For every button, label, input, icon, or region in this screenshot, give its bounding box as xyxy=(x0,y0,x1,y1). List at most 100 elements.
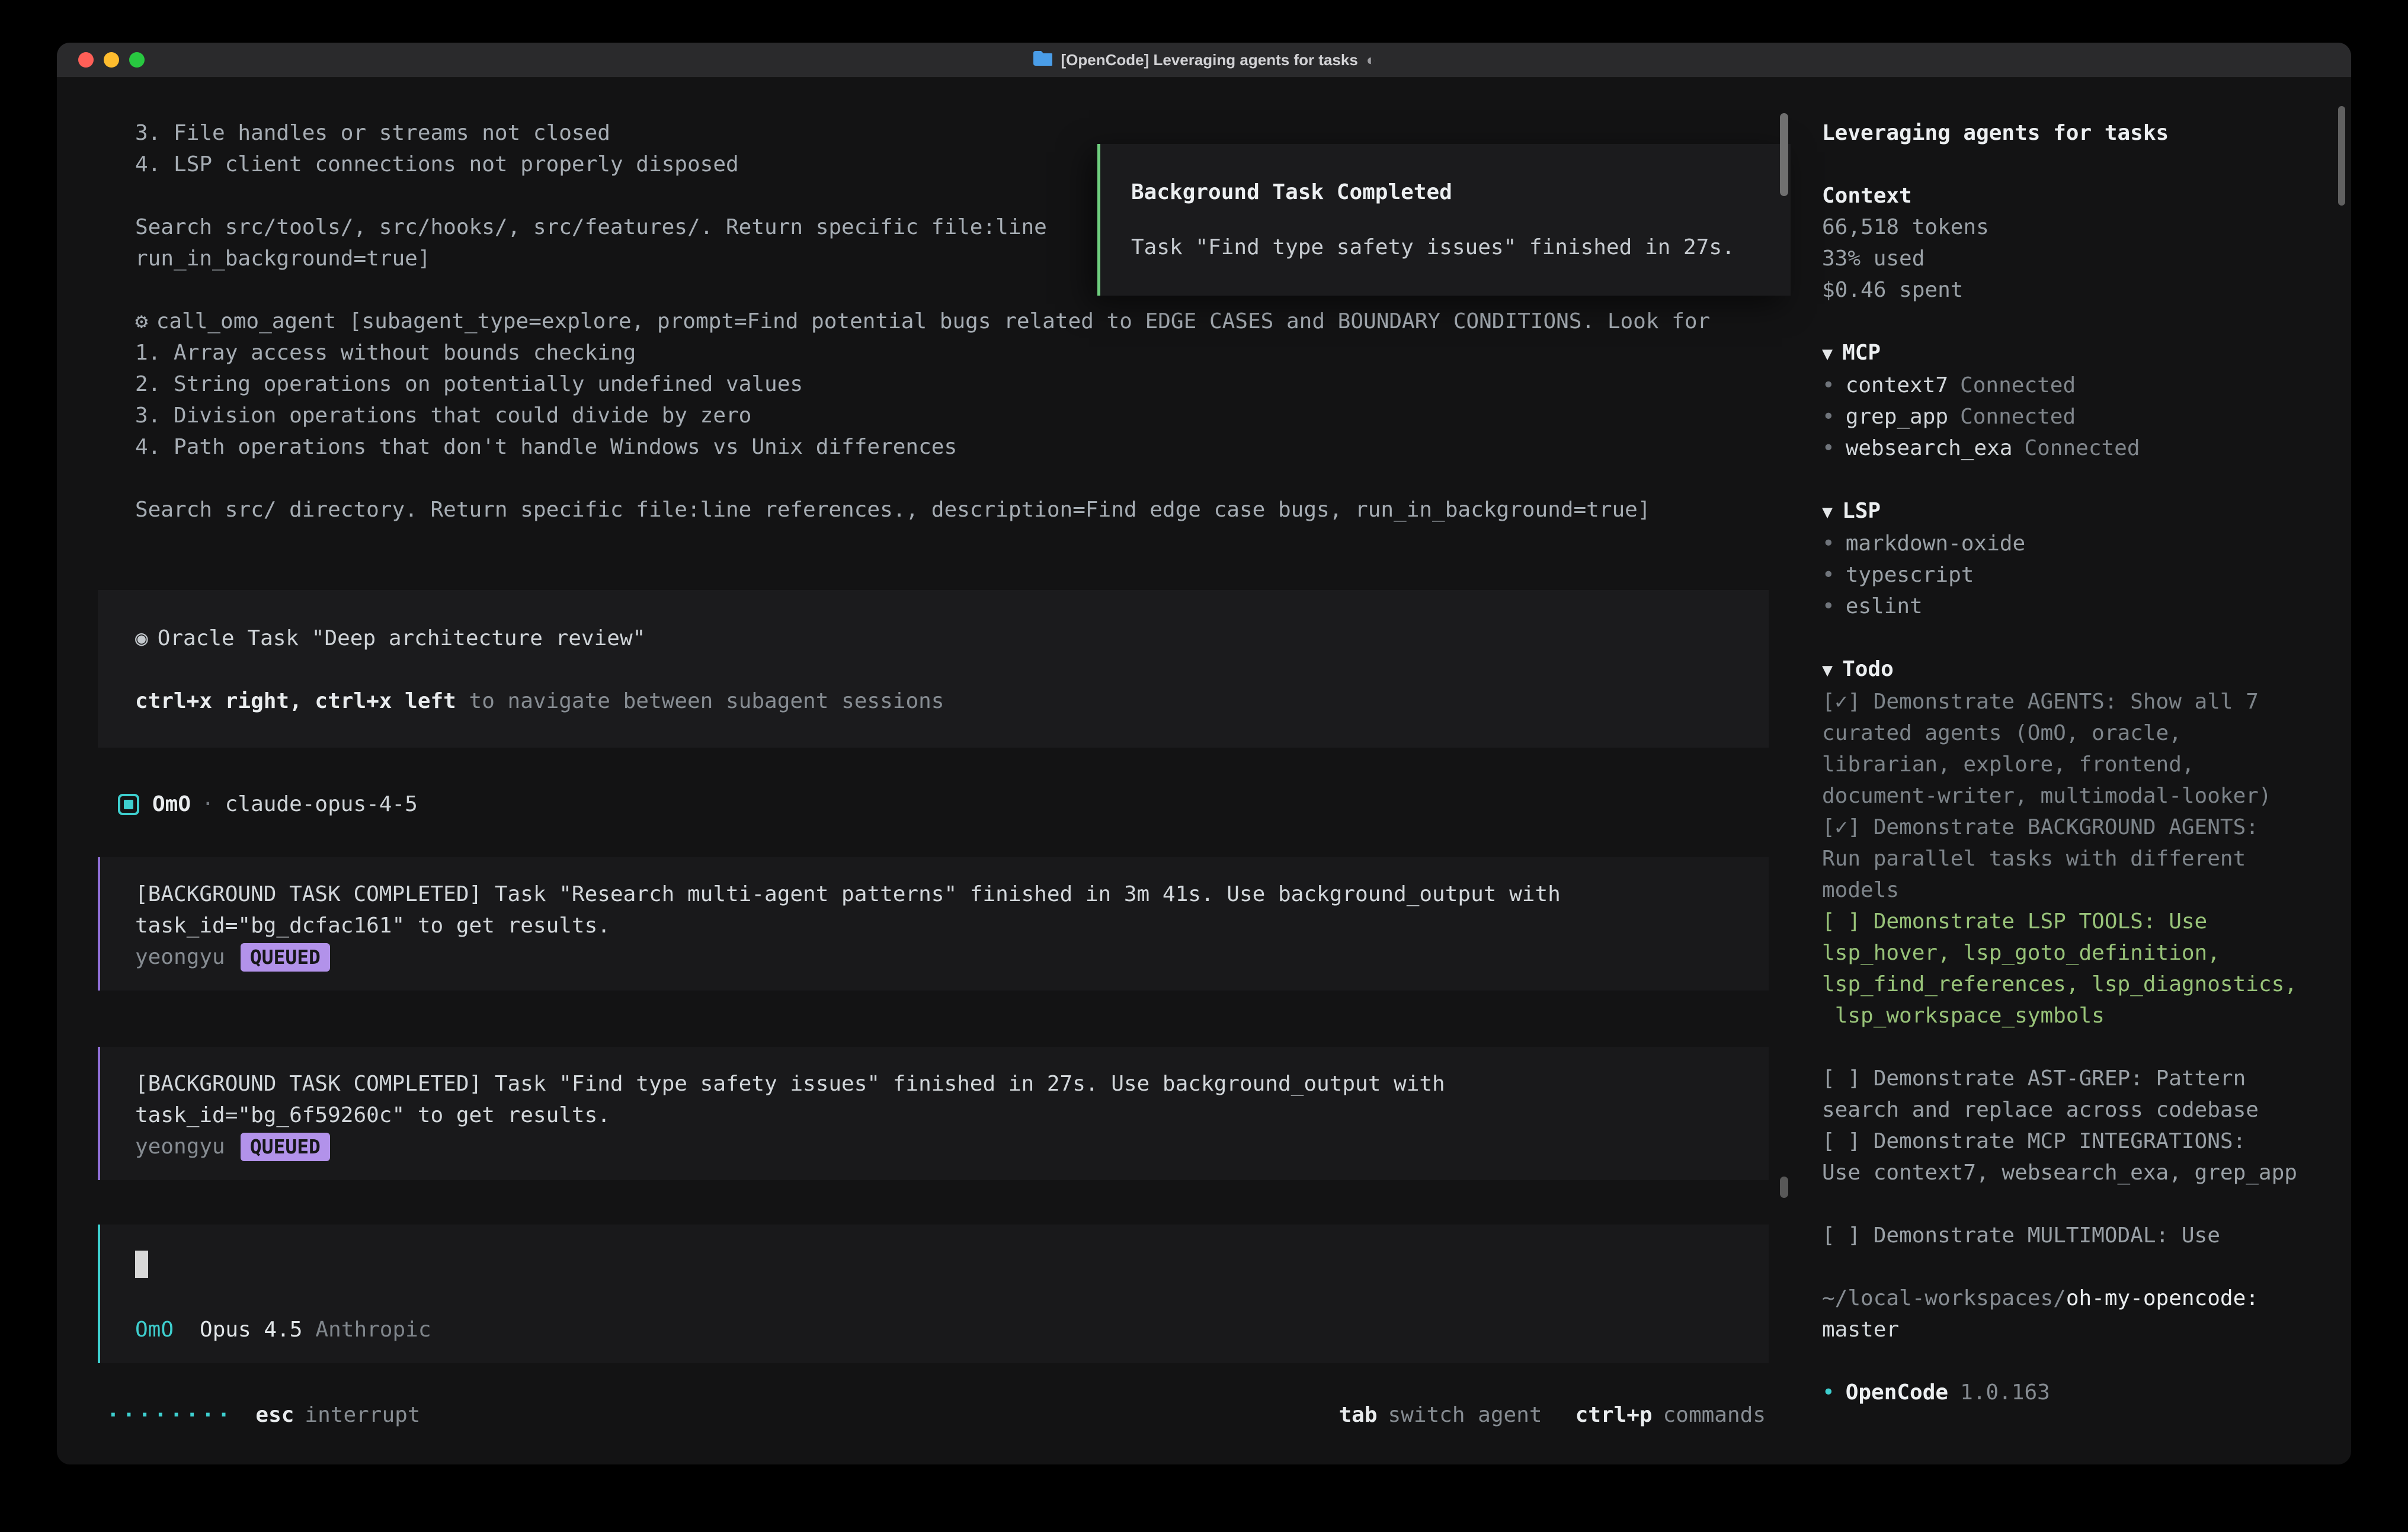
window-titlebar[interactable]: [OpenCode] Leveraging agents for tasks ◐ xyxy=(57,43,2351,78)
background-task-message: [BACKGROUND TASK COMPLETED] Task "Resear… xyxy=(98,857,1769,991)
input-model-name: Opus 4.5 xyxy=(200,1314,302,1345)
chat-transcript[interactable]: 3. File handles or streams not closed 4.… xyxy=(57,78,1805,1464)
background-task-toast: Background Task Completed Task "Find typ… xyxy=(1097,144,1791,296)
agent-checkbox-icon xyxy=(118,794,139,815)
spacer xyxy=(1822,306,2319,337)
message-meta: yeongyu QUEUED xyxy=(135,1131,1733,1162)
scrollbar-thumb[interactable] xyxy=(1780,113,1788,196)
message-author: yeongyu xyxy=(135,941,225,973)
mcp-heading-text: MCP xyxy=(1842,341,1881,365)
tool-call-line: 1. Array access without bounds checking xyxy=(135,337,1769,368)
oracle-task-panel[interactable]: ◉Oracle Task "Deep architecture review" … xyxy=(98,590,1769,748)
prompt-input-line[interactable] xyxy=(135,1248,1733,1280)
todo-line: Use context7, websearch_exa, grep_app xyxy=(1822,1157,2319,1188)
spacer xyxy=(1822,622,2319,653)
lsp-item: • typescript xyxy=(1822,559,2319,591)
commands-key-group: ctrl+pcommands xyxy=(1576,1399,1766,1431)
todo-line: curated agents (OmO, oracle, xyxy=(1822,717,2319,749)
message-line: task_id="bg_dcfac161" to get results. xyxy=(135,910,1733,941)
session-title: Leveraging agents for tasks xyxy=(1822,117,2319,149)
mcp-item-name: websearch_exa xyxy=(1846,436,2013,460)
tool-call-line: Search src/ directory. Return specific f… xyxy=(135,494,1769,525)
text-cursor xyxy=(135,1251,148,1278)
todo-line: [ ] Demonstrate MCP INTEGRATIONS: xyxy=(1822,1126,2319,1157)
radio-dot-icon: ◉ xyxy=(135,626,148,650)
context-spent: $0.46 spent xyxy=(1822,274,2319,306)
session-sidebar: Leveraging agents for tasks Context 66,5… xyxy=(1805,78,2351,1464)
bullet-icon: • xyxy=(1822,531,1835,556)
tool-call-header-text: call_omo_agent [subagent_type=explore, p… xyxy=(156,309,1711,334)
tab-key-label: switch agent xyxy=(1388,1403,1542,1427)
sidebar-scrollbar-thumb[interactable] xyxy=(2338,106,2345,206)
terminal-window: [OpenCode] Leveraging agents for tasks ◐… xyxy=(57,43,2351,1464)
toast-body: Task "Find type safety issues" finished … xyxy=(1131,232,1758,263)
gear-icon: ⚙ xyxy=(135,309,148,334)
ctrlp-key-hint: ctrl+p xyxy=(1576,1403,1653,1427)
separator-dot: · xyxy=(201,789,214,820)
workspace-repo-name: oh-my-opencode: xyxy=(2066,1286,2259,1310)
spacer xyxy=(1822,1345,2319,1377)
bullet-icon: • xyxy=(1822,563,1835,587)
traffic-lights xyxy=(78,52,145,68)
tab-key-hint: tab xyxy=(1339,1403,1377,1427)
lsp-heading-text: LSP xyxy=(1842,499,1881,523)
todo-line: lsp_hover, lsp_goto_definition, xyxy=(1822,937,2319,969)
oracle-task-title-text: Oracle Task "Deep architecture review" xyxy=(158,626,646,650)
chevron-down-icon: ▼ xyxy=(1822,660,1833,681)
todo-line: [✓] Demonstrate BACKGROUND AGENTS: xyxy=(1822,812,2319,843)
tool-call-line: 3. Division operations that could divide… xyxy=(135,400,1769,431)
workspace-branch: master xyxy=(1822,1314,2319,1345)
close-window-button[interactable] xyxy=(78,52,94,68)
context-heading: Context xyxy=(1822,180,2319,211)
todo-line xyxy=(1822,1188,2319,1220)
tool-call-line: 2. String operations on potentially unde… xyxy=(135,368,1769,400)
lsp-item-name: eslint xyxy=(1846,594,1923,618)
queued-badge: QUEUED xyxy=(241,943,330,972)
zoom-window-button[interactable] xyxy=(129,52,145,68)
background-task-message: [BACKGROUND TASK COMPLETED] Task "Find t… xyxy=(98,1047,1769,1180)
hint-text: to navigate between subagent sessions xyxy=(456,689,944,713)
mcp-item: •context7Connected xyxy=(1822,370,2319,401)
bullet-icon: • xyxy=(1822,1380,1835,1405)
message-meta: yeongyu QUEUED xyxy=(135,941,1733,973)
mcp-item-status: Connected xyxy=(1960,373,2076,398)
mcp-item-status: Connected xyxy=(2024,436,2140,460)
lsp-section-heading[interactable]: ▼LSP xyxy=(1822,495,2319,528)
esc-key-hint: esc xyxy=(255,1399,294,1431)
mcp-item-name: grep_app xyxy=(1846,405,1948,429)
folder-icon xyxy=(1032,50,1052,70)
mcp-section-heading[interactable]: ▼ MCP xyxy=(1822,337,2319,370)
tool-call-line xyxy=(135,463,1769,494)
hint-keys: ctrl+x right, ctrl+x left xyxy=(135,689,456,713)
todo-line: [ ] Demonstrate AST-GREP: Pattern xyxy=(1822,1063,2319,1094)
todo-heading-text: Todo xyxy=(1842,657,1894,681)
todo-line: librarian, explore, frontend, xyxy=(1822,749,2319,780)
todo-section-heading[interactable]: ▼ Todo xyxy=(1822,653,2319,686)
todo-line: search and replace across codebase xyxy=(1822,1094,2319,1126)
bullet-icon: • xyxy=(1822,373,1835,398)
message-author: yeongyu xyxy=(135,1131,225,1162)
input-provider-name: Anthropic xyxy=(315,1314,431,1345)
message-line: [BACKGROUND TASK COMPLETED] Task "Find t… xyxy=(135,1068,1733,1100)
session-progress-icon: ◐ xyxy=(1366,51,1376,69)
input-model-row: OmO Opus 4.5 Anthropic xyxy=(135,1314,1733,1345)
spacer xyxy=(1822,1251,2319,1283)
mcp-item: •websearch_exaConnected xyxy=(1822,432,2319,464)
todo-line: [ ] Demonstrate LSP TOOLS: Use xyxy=(1822,906,2319,937)
tool-call-header: ⚙ call_omo_agent [subagent_type=explore, … xyxy=(135,306,1769,337)
spinner-dots-icon: ········ xyxy=(107,1399,233,1431)
opencode-brand: OpenCode xyxy=(1846,1380,1948,1405)
window-title-text: [OpenCode] Leveraging agents for tasks xyxy=(1061,51,1357,69)
esc-key-label: interrupt xyxy=(305,1399,420,1431)
toast-title: Background Task Completed xyxy=(1131,177,1758,208)
mcp-item-status: Connected xyxy=(1960,405,2076,429)
chevron-down-icon: ▼ xyxy=(1822,344,1833,364)
tool-call-line: 4. Path operations that don't handle Win… xyxy=(135,431,1769,463)
queued-badge: QUEUED xyxy=(241,1133,330,1161)
context-used: 33% used xyxy=(1822,243,2319,274)
status-right: tab switch agent ctrl+pcommands xyxy=(1339,1399,1766,1431)
prompt-input[interactable]: OmO Opus 4.5 Anthropic xyxy=(98,1225,1769,1363)
minimize-window-button[interactable] xyxy=(104,52,119,68)
scrollbar-thumb[interactable] xyxy=(1780,1177,1788,1198)
lsp-item-name: typescript xyxy=(1846,563,1974,587)
